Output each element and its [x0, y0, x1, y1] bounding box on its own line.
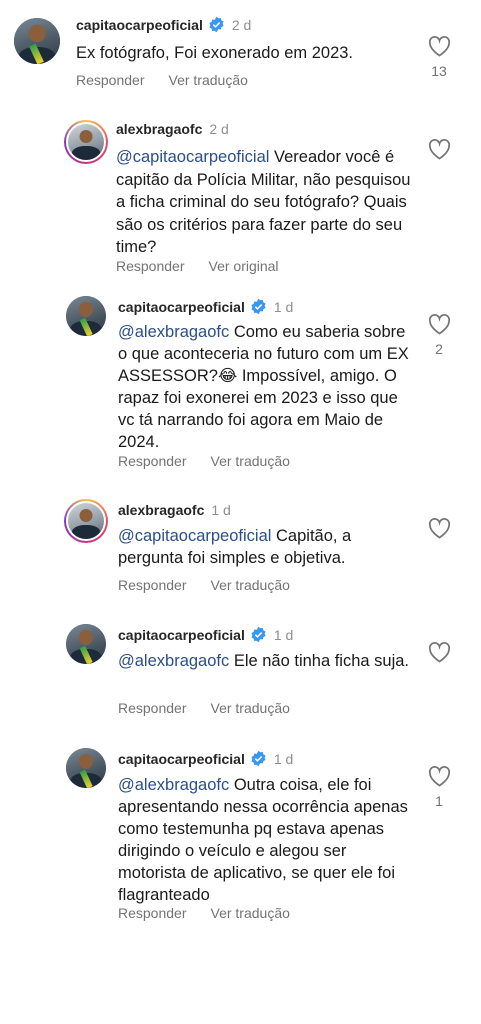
heart-icon: [428, 314, 450, 335]
verified-badge-icon: [251, 626, 266, 643]
avatar[interactable]: [64, 499, 108, 543]
verified-badge-icon: [209, 16, 224, 33]
avatar[interactable]: [64, 120, 108, 164]
heart-icon: [428, 642, 450, 663]
like-count: 2: [435, 341, 443, 357]
heart-icon: [428, 518, 450, 539]
comment-time: 2 d: [231, 16, 252, 33]
see-translation-button[interactable]: Ver tradução: [169, 72, 248, 88]
verified-badge-icon: [251, 750, 266, 767]
reply-button[interactable]: Responder: [118, 700, 187, 716]
avatar[interactable]: [66, 296, 106, 336]
heart-icon: [428, 766, 450, 787]
username[interactable]: alexbragaofc: [118, 502, 204, 518]
comment-text: @alexbragaofc Como eu saberia sobre o qu…: [118, 323, 409, 451]
comment-text: Ex fotógrafo, Foi exonerado em 2023.: [76, 44, 354, 62]
avatar[interactable]: [66, 748, 106, 788]
username[interactable]: capitaocarpeoficial: [118, 627, 245, 643]
mention-link[interactable]: @capitaocarpeoficial: [116, 148, 269, 166]
see-translation-button[interactable]: Ver tradução: [211, 905, 290, 921]
mention-link[interactable]: @alexbragaofc: [118, 323, 229, 341]
comment-time: 1 d: [211, 502, 231, 518]
reply-button[interactable]: Responder: [76, 72, 145, 88]
comment-text: @alexbragaofc Ele não tinha ficha suja.: [118, 652, 410, 670]
heart-icon: [428, 139, 450, 160]
like-button[interactable]: 1: [424, 766, 454, 809]
comment-time: 1 d: [273, 626, 294, 643]
reply-button[interactable]: Responder: [116, 258, 185, 274]
see-translation-button[interactable]: Ver tradução: [211, 700, 290, 716]
like-button[interactable]: 13: [424, 36, 454, 79]
like-count: 1: [435, 793, 443, 809]
reply-button[interactable]: Responder: [118, 905, 187, 921]
like-count: 13: [431, 63, 447, 79]
comment-time: 1 d: [273, 750, 294, 767]
comment-text: @capitaocarpeoficial Capitão, a pergunta…: [118, 527, 352, 567]
like-button[interactable]: [424, 139, 454, 160]
username[interactable]: capitaocarpeoficial: [118, 751, 245, 767]
reply-button[interactable]: Responder: [118, 577, 187, 593]
avatar[interactable]: [66, 624, 106, 664]
verified-badge-icon: [251, 298, 266, 315]
see-translation-button[interactable]: Ver tradução: [211, 453, 290, 469]
username[interactable]: capitaocarpeoficial: [118, 299, 245, 315]
see-translation-button[interactable]: Ver tradução: [211, 577, 290, 593]
mention-link[interactable]: @alexbragaofc: [118, 776, 229, 794]
like-button[interactable]: [424, 518, 454, 539]
reply-button[interactable]: Responder: [118, 453, 187, 469]
username[interactable]: capitaocarpeoficial: [76, 17, 203, 33]
avatar[interactable]: [14, 18, 60, 64]
see-original-button[interactable]: Ver original: [209, 258, 279, 274]
username[interactable]: alexbragaofc: [116, 121, 202, 137]
comment-time: 2 d: [209, 121, 229, 137]
mention-link[interactable]: @capitaocarpeoficial: [118, 527, 271, 545]
like-button[interactable]: 2: [424, 314, 454, 357]
comment-time: 1 d: [273, 298, 294, 315]
mention-link[interactable]: @alexbragaofc: [118, 652, 229, 670]
heart-icon: [428, 36, 450, 57]
comment-text: @capitaocarpeoficial Vereador você é cap…: [116, 148, 411, 256]
comment-text: @alexbragaofc Outra coisa, ele foi apres…: [118, 776, 408, 904]
like-button[interactable]: [424, 642, 454, 663]
